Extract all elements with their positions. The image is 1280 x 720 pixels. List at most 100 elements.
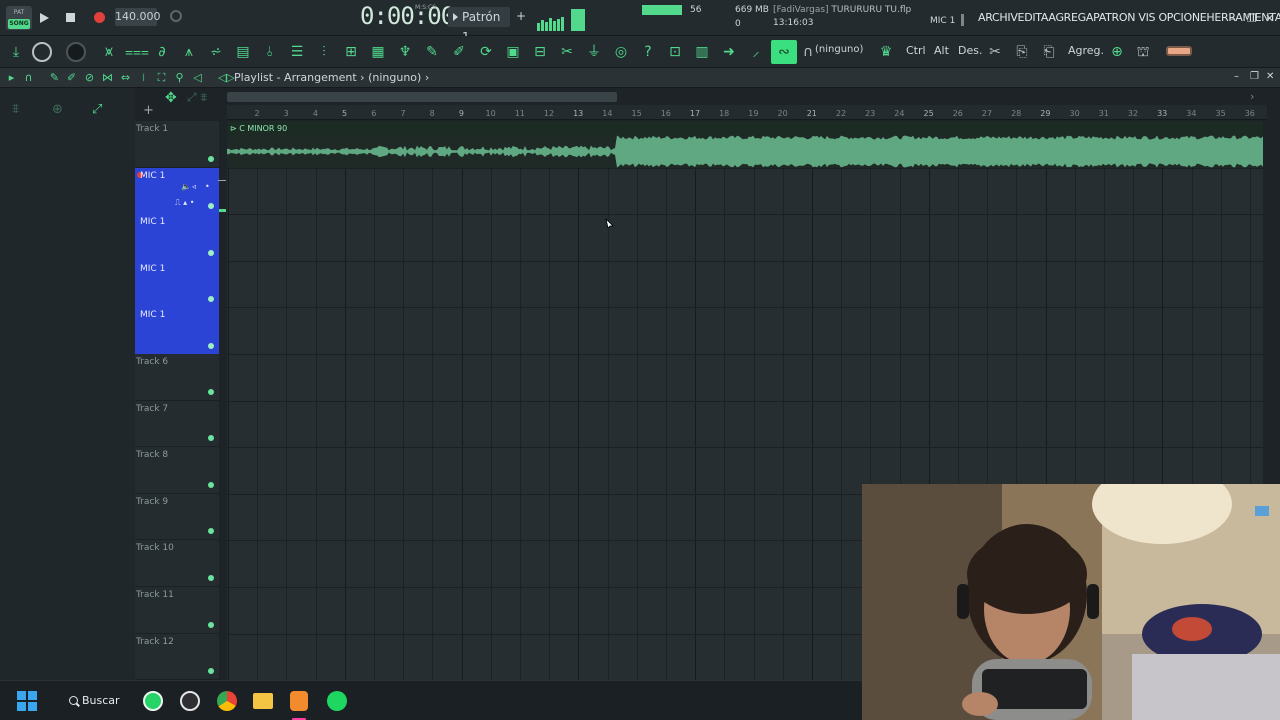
master-volume-knob[interactable]	[66, 42, 86, 62]
playlist-close-icon[interactable]: ✕	[1266, 71, 1274, 82]
draw-tool-icon[interactable]: ✎	[48, 71, 61, 84]
tempo-display[interactable]: 140.000	[115, 8, 161, 26]
brush-icon[interactable]: ✐	[449, 42, 469, 62]
obs-icon[interactable]	[180, 691, 200, 711]
slip-tool-icon[interactable]: ⇔	[119, 71, 132, 84]
split-icon[interactable]: ⊕	[1107, 42, 1127, 62]
zoom-tool-icon[interactable]: ⚲	[173, 71, 186, 84]
select-tool-icon[interactable]: ⛶	[155, 71, 168, 84]
countdown-icon[interactable]: ⩫	[206, 42, 226, 62]
help-icon[interactable]: ?	[638, 42, 658, 62]
fl-studio-icon[interactable]	[290, 691, 308, 711]
blend-icon[interactable]: ⩚	[179, 42, 199, 62]
playback-tool-icon[interactable]: ◁	[191, 71, 204, 84]
track-header[interactable]: Track 12	[135, 633, 219, 681]
menu-agregar[interactable]: AGREGA	[1048, 11, 1093, 24]
plugin-icon[interactable]: ♆	[395, 42, 415, 62]
copy-icon[interactable]: ⎘	[1012, 42, 1032, 62]
cart-icon[interactable]: ⛫	[1133, 42, 1153, 62]
spotify-icon[interactable]	[327, 691, 347, 711]
track-active-led[interactable]	[208, 249, 214, 256]
track-active-led[interactable]	[208, 481, 214, 488]
brush-tool-icon[interactable]: ⸝	[746, 42, 766, 62]
undo-key[interactable]: Des.	[958, 44, 982, 57]
render-icon[interactable]: ⊟	[530, 42, 550, 62]
snap-selector[interactable]: (ninguno)	[815, 44, 863, 55]
horizontal-scrollbar[interactable]	[227, 92, 617, 102]
browser-icon[interactable]: ☰	[287, 42, 307, 62]
master-pitch-knob[interactable]	[170, 10, 182, 22]
stop-icon[interactable]	[66, 13, 75, 22]
playlist-minimize-icon[interactable]: –	[1234, 71, 1239, 82]
paint-tool-icon[interactable]: ✐	[65, 71, 78, 84]
windows-start-icon[interactable]	[17, 691, 37, 711]
menu-patron[interactable]: PATRON	[1093, 11, 1135, 24]
arrow-right-icon[interactable]: ➜	[719, 42, 739, 62]
cut-tool-icon[interactable]: ✂	[557, 42, 577, 62]
chrome-icon[interactable]	[217, 691, 237, 711]
add-pattern-button[interactable]: +	[516, 9, 526, 23]
menu-opciones[interactable]: OPCIONE	[1158, 11, 1206, 24]
piano-roll-icon[interactable]: ▦	[368, 42, 388, 62]
shop-banner-icon[interactable]	[1166, 46, 1192, 56]
channel-rack-icon[interactable]: ⊞	[341, 42, 361, 62]
cut-icon[interactable]: ✂	[985, 42, 1005, 62]
ctrl-key[interactable]: Ctrl	[906, 44, 926, 57]
track-header[interactable]: Track 10	[135, 540, 219, 587]
download-icon[interactable]: ⤓	[6, 42, 26, 62]
picker-audio-icon[interactable]: ⊕	[52, 102, 63, 117]
wait-input-icon[interactable]: ⫰	[260, 42, 280, 62]
delete-tool-icon[interactable]: ⊘	[83, 71, 96, 84]
marker-label[interactable]: ⊳ C MINOR 90	[230, 124, 287, 133]
slice-tool-icon[interactable]: ⧘	[137, 71, 150, 84]
menu-editar[interactable]: EDITA	[1018, 11, 1049, 24]
track-active-led[interactable]	[208, 342, 214, 349]
move-icon[interactable]: ✥	[165, 90, 177, 106]
typing-keyboard-icon[interactable]: ⩙	[99, 42, 119, 62]
paste-icon[interactable]: ⎗	[1039, 42, 1059, 62]
track-active-led[interactable]	[208, 155, 214, 162]
loop-record-icon[interactable]: ▤	[233, 42, 253, 62]
record-icon[interactable]	[94, 12, 105, 23]
track-active-led[interactable]	[208, 388, 214, 395]
maximize-icon[interactable]: ❐	[1247, 12, 1257, 25]
menu-archivo[interactable]: ARCHIV	[978, 11, 1018, 24]
taskbar-search[interactable]: Buscar	[60, 690, 126, 712]
keyboard-icon[interactable]: ▥	[692, 42, 712, 62]
add-key[interactable]: Agreg.	[1068, 44, 1104, 57]
mute-tool-icon[interactable]: ⋈	[101, 71, 114, 84]
track-header[interactable]: Track 1	[135, 121, 219, 168]
alt-key[interactable]: Alt	[934, 44, 949, 57]
headphone-icon[interactable]: ⎍ ▴ •	[175, 198, 194, 208]
pattern-selector[interactable]: Patrón 1	[448, 7, 510, 44]
playlist-pattern-selector[interactable]: (ninguno)	[368, 71, 421, 84]
speaker-icon[interactable]: 🔈	[181, 182, 191, 191]
window-icon[interactable]: ⊡	[665, 42, 685, 62]
playlist-maximize-icon[interactable]: ❐	[1250, 71, 1259, 82]
mic-icon[interactable]: ⏚	[584, 42, 604, 62]
track-header-mic-selected[interactable]: 🔈 ◃ • ⎍ ▴ • MIC 1 MIC 1 MIC 1 MIC 1	[135, 167, 219, 354]
record-led-icon[interactable]: •	[205, 182, 210, 191]
chat-icon[interactable]: ◎	[611, 42, 631, 62]
track-active-led[interactable]	[208, 296, 214, 303]
track-header[interactable]: Track 7	[135, 400, 219, 448]
playlist-menu-icon[interactable]: ▸	[5, 71, 18, 84]
pencil-tool-icon[interactable]: ✎	[422, 42, 442, 62]
time-display[interactable]: 0:00:00	[360, 2, 455, 30]
tool-row-icon[interactable]: ⤢ ⩨	[187, 90, 207, 105]
track-header[interactable]: Track 6	[135, 354, 219, 401]
scroll-right-icon[interactable]: ›	[1250, 90, 1254, 103]
marker-lane[interactable]	[227, 121, 1267, 135]
track-header[interactable]: Track 11	[135, 587, 219, 634]
pat-song-toggle[interactable]: PAT SONG	[6, 6, 32, 30]
mixer-icon[interactable]: ⫶	[314, 42, 334, 62]
close-icon[interactable]: ✕	[1265, 12, 1274, 25]
track-active-led[interactable]	[208, 528, 214, 535]
track-active-led[interactable]	[208, 203, 214, 210]
track-active-led[interactable]	[208, 435, 214, 442]
track-active-led[interactable]	[208, 574, 214, 581]
track-header[interactable]: Track 9	[135, 493, 219, 541]
time-ruler[interactable]: 2 3 4 5 6 7 8 9 10 11 12 13 14 15 16 17 18 19 20 21 22 23 24 25…	[227, 105, 1267, 120]
metronome-icon[interactable]: ⩶	[125, 42, 149, 62]
recent-icon[interactable]	[32, 42, 52, 62]
